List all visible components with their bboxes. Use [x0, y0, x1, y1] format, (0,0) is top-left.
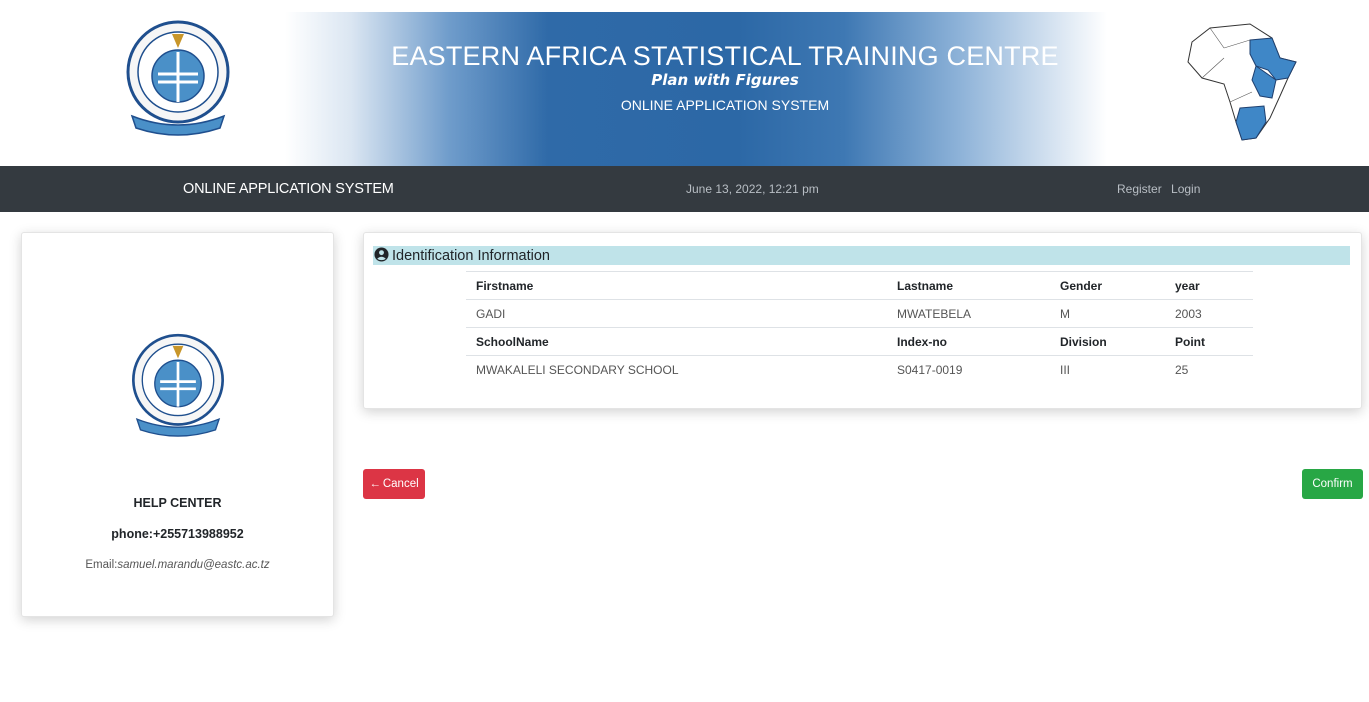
- cancel-label: Cancel: [382, 478, 419, 490]
- table-row: GADI MWATEBELA M 2003: [466, 299, 1253, 328]
- banner-system-name: ONLINE APPLICATION SYSTEM: [620, 97, 830, 113]
- login-link[interactable]: Login: [1171, 182, 1200, 196]
- value-point: 25: [1165, 355, 1253, 384]
- header-lastname: Lastname: [887, 271, 1050, 300]
- value-firstname: GADI: [466, 299, 887, 328]
- top-navbar: ONLINE APPLICATION SYSTEM June 13, 2022,…: [0, 166, 1369, 212]
- table-row: MWAKALELI SECONDARY SCHOOL S0417-0019 II…: [466, 355, 1253, 384]
- help-center-title: HELP CENTER: [133, 496, 222, 510]
- value-year: 2003: [1165, 299, 1253, 328]
- value-schoolname: MWAKALELI SECONDARY SCHOOL: [466, 355, 887, 384]
- banner-title: EASTERN AFRICA STATISTICAL TRAINING CENT…: [391, 41, 1059, 71]
- identification-table: Firstname Lastname Gender year GADI MWAT…: [466, 271, 1253, 384]
- africa-map-image: [1187, 23, 1297, 141]
- help-email-address[interactable]: samuel.marandu@eastc.ac.tz: [117, 559, 269, 571]
- user-circle-icon: [374, 247, 389, 262]
- confirm-button[interactable]: Confirm: [1302, 469, 1363, 499]
- value-gender: M: [1050, 299, 1165, 328]
- value-division: III: [1050, 355, 1165, 384]
- header-firstname: Firstname: [466, 271, 887, 300]
- section-header: Identification Information: [373, 246, 1350, 265]
- header-schoolname: SchoolName: [466, 327, 887, 356]
- eastc-logo: [126, 20, 230, 136]
- value-index-no: S0417-0019: [887, 355, 1050, 384]
- banner-motto: Plan with Figures: [651, 71, 799, 89]
- header-index-no: Index-no: [887, 327, 1050, 356]
- help-email: Email:samuel.marandu@eastc.ac.tz: [22, 559, 333, 571]
- cancel-button[interactable]: ← Cancel: [363, 469, 425, 499]
- table-row: SchoolName Index-no Division Point: [466, 327, 1253, 356]
- table-row: Firstname Lastname Gender year: [466, 271, 1253, 300]
- section-title: Identification Information: [392, 248, 550, 264]
- help-phone: phone:+255713988952: [111, 527, 244, 541]
- header-year: year: [1165, 271, 1253, 300]
- help-center-card: HELP CENTER phone:+255713988952 Email:sa…: [21, 232, 334, 617]
- navbar-date: June 13, 2022, 12:21 pm: [686, 182, 819, 196]
- header-division: Division: [1050, 327, 1165, 356]
- eastc-logo: [132, 333, 224, 437]
- header-gender: Gender: [1050, 271, 1165, 300]
- navbar-brand[interactable]: ONLINE APPLICATION SYSTEM: [183, 181, 394, 197]
- header-banner: EASTERN AFRICA STATISTICAL TRAINING CENT…: [0, 0, 1369, 166]
- value-lastname: MWATEBELA: [887, 299, 1050, 328]
- help-email-label: Email:: [85, 559, 118, 571]
- navbar-links: Register Login: [1117, 182, 1206, 196]
- banner-text: EASTERN AFRICA STATISTICAL TRAINING CENT…: [285, 40, 1165, 114]
- identification-card: Identification Information Firstname Las…: [363, 232, 1362, 409]
- header-point: Point: [1165, 327, 1253, 356]
- register-link[interactable]: Register: [1117, 182, 1162, 196]
- arrow-left-icon: ←: [369, 478, 381, 490]
